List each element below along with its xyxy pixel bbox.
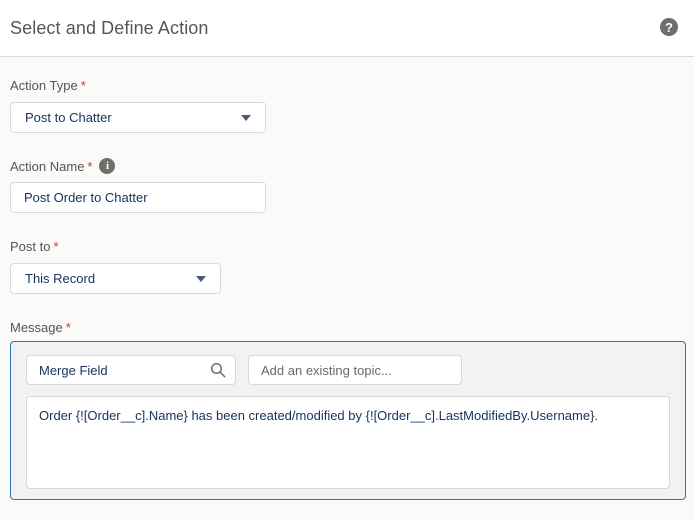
action-name-label: Action Name* i [10,158,684,174]
post-to-value: This Record [25,271,95,286]
chevron-down-icon [196,276,206,282]
help-icon[interactable]: ? [660,18,678,36]
action-name-input[interactable] [10,182,266,213]
required-asterisk: * [87,159,92,174]
topic-input[interactable] [248,355,462,385]
required-asterisk: * [66,320,71,335]
search-icon[interactable] [210,362,226,378]
post-to-dropdown[interactable]: This Record [10,263,221,294]
post-to-label: Post to* [10,238,684,254]
message-toolbar [26,355,670,385]
action-type-value: Post to Chatter [25,110,112,125]
action-type-dropdown[interactable]: Post to Chatter [10,102,266,133]
message-label: Message* [10,319,684,335]
required-asterisk: * [53,239,58,254]
merge-field-lookup [26,355,236,385]
chevron-down-icon [241,115,251,121]
panel-header: Select and Define Action ? [0,0,694,57]
message-body-textarea[interactable]: Order {![Order__c].Name} has been create… [26,396,670,489]
required-asterisk: * [81,78,86,93]
merge-field-input[interactable] [26,355,236,385]
page-title: Select and Define Action [10,18,209,39]
form-body: Action Type* Post to Chatter Action Name… [0,77,694,500]
action-type-label: Action Type* [10,77,684,93]
info-icon[interactable]: i [99,158,115,174]
message-publisher: Order {![Order__c].Name} has been create… [10,341,686,500]
